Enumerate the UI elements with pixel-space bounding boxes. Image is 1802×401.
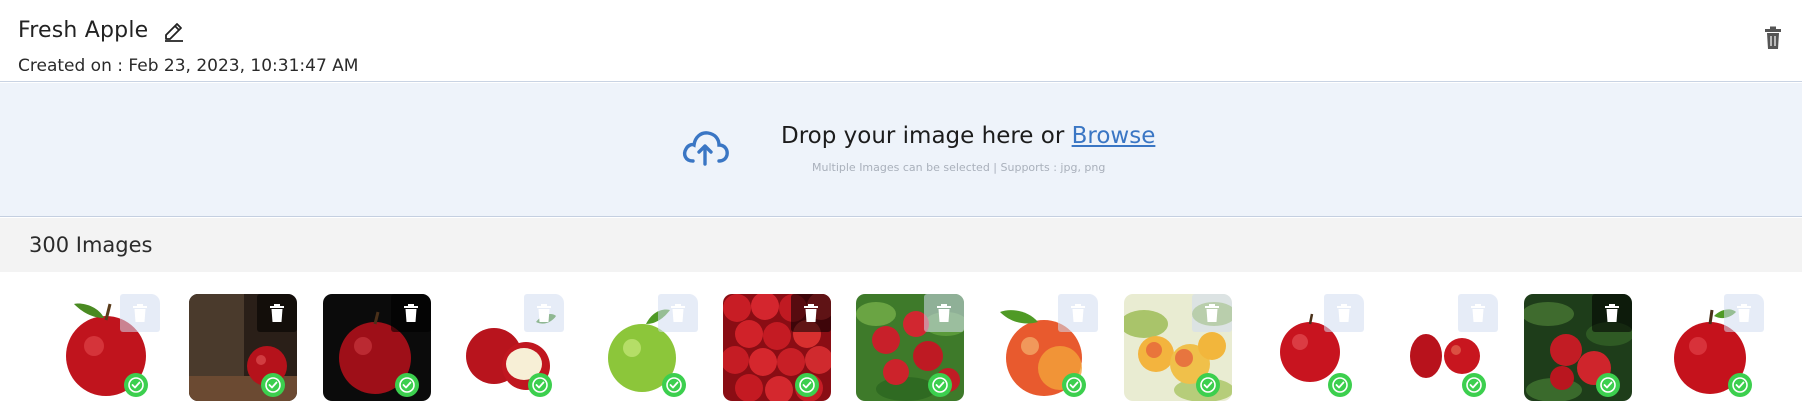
trash-icon <box>1471 304 1485 322</box>
trash-icon <box>1605 304 1619 322</box>
check-circle-icon <box>795 373 819 397</box>
trash-icon <box>537 304 551 322</box>
image-thumbnail[interactable] <box>590 294 698 401</box>
delete-image-button[interactable] <box>1058 294 1098 332</box>
cloud-upload-icon <box>680 127 730 167</box>
trash-icon <box>804 304 818 322</box>
collection-header: Fresh Apple Created on : Feb 23, 2023, 1… <box>0 0 1802 82</box>
delete-image-button[interactable] <box>658 294 698 332</box>
image-thumbnail[interactable] <box>189 294 297 401</box>
delete-image-button[interactable] <box>1458 294 1498 332</box>
image-thumbnail[interactable] <box>456 294 564 401</box>
pencil-icon[interactable] <box>162 19 186 43</box>
check-circle-icon <box>528 373 552 397</box>
trash-icon <box>1337 304 1351 322</box>
image-thumbnail[interactable] <box>1124 294 1232 401</box>
delete-image-button[interactable] <box>1592 294 1632 332</box>
image-dropzone[interactable]: Drop your image here or Browse Multiple … <box>0 83 1802 217</box>
image-thumbnail[interactable] <box>723 294 831 401</box>
browse-link[interactable]: Browse <box>1072 123 1156 149</box>
delete-image-button[interactable] <box>1192 294 1232 332</box>
check-circle-icon <box>1728 373 1752 397</box>
trash-icon <box>1737 304 1751 322</box>
image-gallery <box>0 272 1802 401</box>
delete-image-button[interactable] <box>1324 294 1364 332</box>
check-circle-icon <box>1196 373 1220 397</box>
drop-label: Drop your image here or <box>781 123 1072 149</box>
trash-icon <box>1205 304 1219 322</box>
image-count-bar: 300 Images <box>0 218 1802 272</box>
delete-image-button[interactable] <box>791 294 831 332</box>
image-thumbnail[interactable] <box>856 294 964 401</box>
delete-image-button[interactable] <box>924 294 964 332</box>
trash-icon <box>404 304 418 322</box>
image-thumbnail[interactable] <box>52 294 160 401</box>
delete-image-button[interactable] <box>120 294 160 332</box>
created-timestamp: Created on : Feb 23, 2023, 10:31:47 AM <box>18 56 359 76</box>
check-circle-icon <box>395 373 419 397</box>
check-circle-icon <box>1328 373 1352 397</box>
trash-icon <box>937 304 951 322</box>
image-thumbnail[interactable] <box>990 294 1098 401</box>
title-row: Fresh Apple <box>18 18 186 43</box>
check-circle-icon <box>261 373 285 397</box>
trash-icon <box>671 304 685 322</box>
delete-image-button[interactable] <box>524 294 564 332</box>
trash-icon <box>270 304 284 322</box>
delete-image-button[interactable] <box>391 294 431 332</box>
delete-image-button[interactable] <box>257 294 297 332</box>
trash-icon[interactable] <box>1762 26 1784 50</box>
image-count: 300 Images <box>29 233 153 257</box>
collection-title: Fresh Apple <box>18 18 149 43</box>
image-thumbnail[interactable] <box>1256 294 1364 401</box>
image-thumbnail[interactable] <box>1656 294 1764 401</box>
drop-subtext: Multiple Images can be selected | Suppor… <box>812 161 1106 174</box>
check-circle-icon <box>662 373 686 397</box>
check-circle-icon <box>928 373 952 397</box>
drop-instruction: Drop your image here or Browse <box>781 123 1155 149</box>
delete-image-button[interactable] <box>1724 294 1764 332</box>
image-thumbnail[interactable] <box>323 294 431 401</box>
image-thumbnail[interactable] <box>1390 294 1498 401</box>
check-circle-icon <box>124 373 148 397</box>
image-thumbnail[interactable] <box>1524 294 1632 401</box>
trash-icon <box>133 304 147 322</box>
check-circle-icon <box>1462 373 1486 397</box>
check-circle-icon <box>1062 373 1086 397</box>
check-circle-icon <box>1596 373 1620 397</box>
trash-icon <box>1071 304 1085 322</box>
